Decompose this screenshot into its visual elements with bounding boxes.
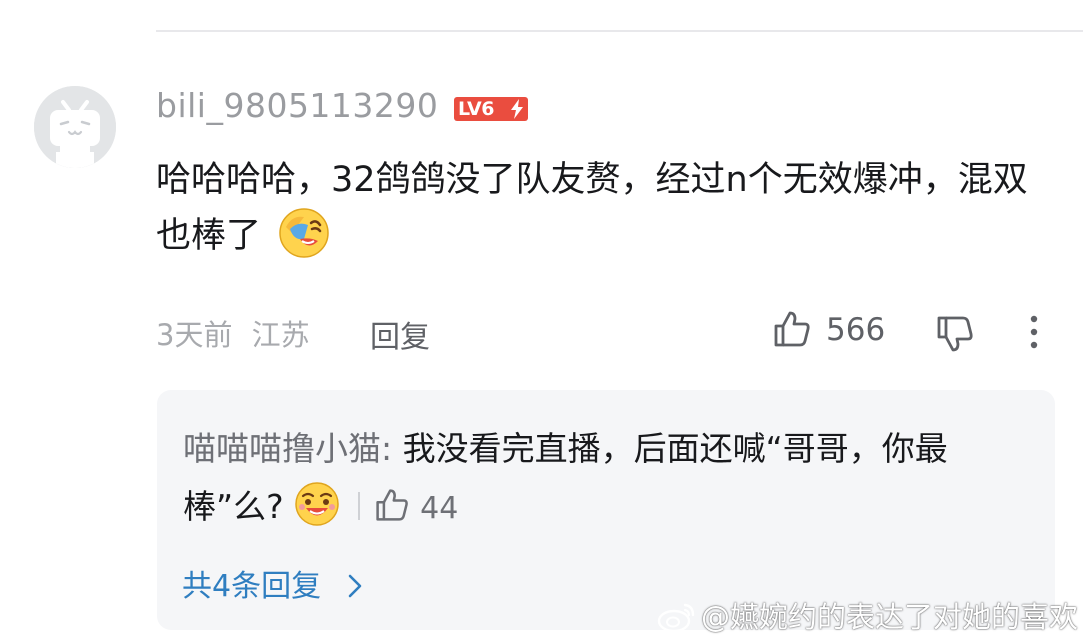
level-badge-label: LV6: [458, 98, 494, 120]
comment-location: 江苏: [251, 318, 310, 352]
weibo-logo-icon: [657, 603, 695, 633]
comment-page: bili_9805113290 LV6 哈哈哈哈，32鸽鸽没了队友赘，经过n个无…: [0, 0, 1083, 639]
reply-button[interactable]: 回复: [370, 312, 430, 356]
lightning-icon: [511, 99, 523, 119]
comment-meta: 3天前 江苏: [156, 312, 310, 354]
more-options-icon[interactable]: [1022, 314, 1046, 350]
thumbs-up-icon[interactable]: [772, 309, 812, 349]
sub-reply-username[interactable]: 喵喵喵撸小猫:: [183, 429, 392, 468]
sub-reply-separator: [358, 491, 361, 520]
sub-reply: 喵喵喵撸小猫: 我没看完直播，后面还喊“哥哥，你最棒”么? 44: [183, 420, 1013, 538]
level-badge: LV6: [454, 97, 528, 121]
username[interactable]: bili_9805113290: [156, 86, 438, 125]
laughing-crying-emoji-icon: [279, 208, 329, 258]
view-all-replies-link[interactable]: 共4条回复: [182, 561, 363, 605]
view-replies-label: 共4条回复: [182, 569, 322, 604]
comment-time: 3天前: [156, 318, 233, 352]
thumbs-up-icon[interactable]: [374, 487, 410, 523]
watermark-text: @嬿婉约的表达了对她的喜欢: [701, 600, 1079, 634]
grinning-drool-emoji-icon: [295, 481, 339, 526]
chevron-right-icon: [348, 574, 361, 597]
avatar[interactable]: [34, 86, 116, 168]
tv-mascot-icon: [34, 86, 116, 168]
comment-text-block: 哈哈哈哈，32鸽鸽没了队友赘，经过n个无效爆冲，混双也棒了: [156, 152, 1036, 264]
like-count: 566: [826, 312, 886, 348]
sub-reply-like-count: 44: [420, 491, 459, 526]
thumbs-down-icon[interactable]: [935, 314, 975, 354]
top-divider: [156, 30, 1083, 32]
watermark: @嬿婉约的表达了对她的喜欢: [657, 594, 1078, 636]
